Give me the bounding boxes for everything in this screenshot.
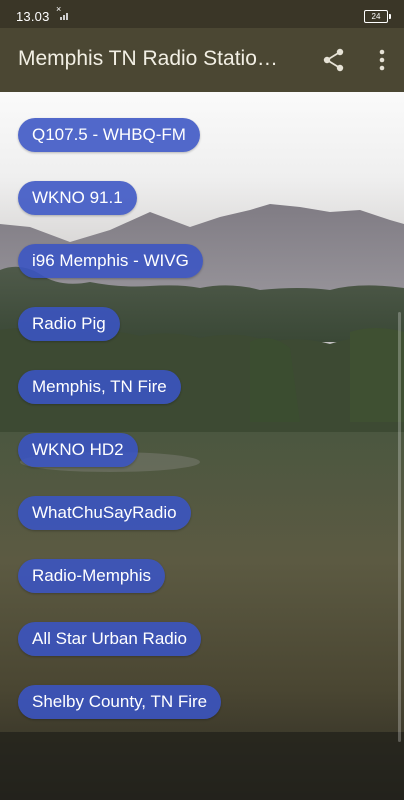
- station-button-shelby-county-tn-fire[interactable]: Shelby County, TN Fire: [18, 685, 222, 719]
- share-button[interactable]: [320, 46, 348, 74]
- scrollbar[interactable]: [398, 312, 401, 742]
- more-vert-icon: [379, 49, 385, 71]
- station-button-memphis-tn-fire[interactable]: Memphis, TN Fire: [18, 370, 181, 404]
- app-title: Memphis TN Radio Statio…: [18, 47, 278, 70]
- signal-icon: ×: [56, 4, 72, 22]
- station-button-radio-pig[interactable]: Radio Pig: [18, 307, 120, 341]
- status-time: 13.03: [16, 9, 50, 24]
- station-button-wkno-hd2[interactable]: WKNO HD2: [18, 433, 138, 467]
- app-bar: Memphis TN Radio Statio…: [0, 28, 404, 92]
- station-button-i96-memphis-wivg[interactable]: i96 Memphis - WIVG: [18, 244, 203, 278]
- share-icon: [323, 48, 344, 72]
- station-button-whatchusayradio[interactable]: WhatChuSayRadio: [18, 496, 191, 530]
- station-list-screen[interactable]: Q107.5 - WHBQ-FM WKNO 91.1 i96 Memphis -…: [0, 92, 404, 800]
- status-bar: 13.03 × 24: [0, 0, 404, 28]
- station-button-wkno-911[interactable]: WKNO 91.1: [18, 181, 137, 215]
- battery-icon: 24: [364, 10, 391, 23]
- station-button-all-star-urban-radio[interactable]: All Star Urban Radio: [18, 622, 201, 656]
- more-options-button[interactable]: [370, 46, 394, 74]
- station-button-radio-memphis[interactable]: Radio-Memphis: [18, 559, 166, 593]
- station-button-q1075-whbq-fm[interactable]: Q107.5 - WHBQ-FM: [18, 118, 200, 152]
